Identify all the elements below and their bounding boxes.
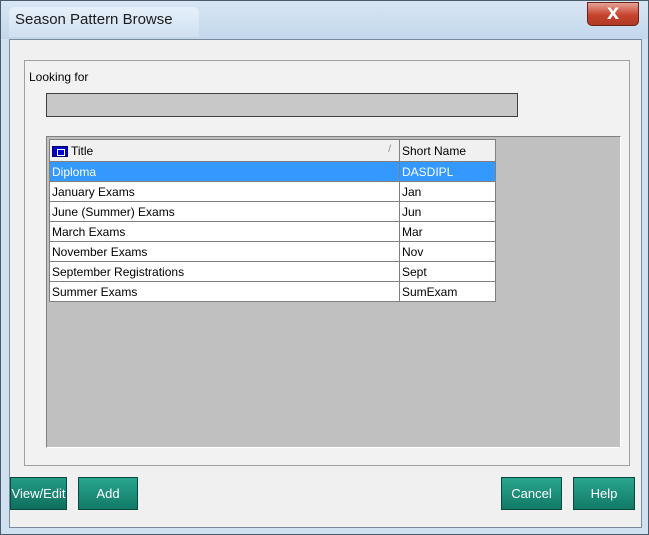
- cell-short-name[interactable]: Nov: [399, 241, 496, 262]
- season-pattern-browse-window: Season Pattern Browse X Looking for Titl…: [0, 0, 649, 535]
- add-button[interactable]: Add: [78, 477, 138, 510]
- cell-title[interactable]: June (Summer) Exams: [49, 201, 400, 222]
- column-chooser-icon[interactable]: [52, 145, 68, 157]
- table-row[interactable]: January Exams Jan: [49, 181, 496, 202]
- table-row[interactable]: Summer Exams SumExam: [49, 281, 496, 302]
- column-header-title[interactable]: Title /: [49, 139, 400, 162]
- table-row[interactable]: September Registrations Sept: [49, 261, 496, 282]
- cell-title[interactable]: Summer Exams: [49, 281, 400, 302]
- cell-short-name[interactable]: Jan: [399, 181, 496, 202]
- table-row[interactable]: March Exams Mar: [49, 221, 496, 242]
- sort-indicator-icon: /: [388, 143, 391, 155]
- help-button[interactable]: Help: [573, 477, 635, 510]
- column-header-title-label: Title: [71, 143, 94, 158]
- cell-title[interactable]: September Registrations: [49, 261, 400, 282]
- table-row[interactable]: June (Summer) Exams Jun: [49, 201, 496, 222]
- window-title: Season Pattern Browse: [15, 11, 173, 28]
- cell-title[interactable]: November Exams: [49, 241, 400, 262]
- cell-title[interactable]: Diploma: [49, 161, 400, 182]
- cell-title[interactable]: March Exams: [49, 221, 400, 242]
- cell-short-name[interactable]: Mar: [399, 221, 496, 242]
- title-bar[interactable]: Season Pattern Browse X: [1, 1, 648, 39]
- close-button[interactable]: X: [587, 2, 639, 26]
- cell-short-name[interactable]: Sept: [399, 261, 496, 282]
- view-edit-button[interactable]: View/Edit: [10, 477, 67, 510]
- table-row[interactable]: Diploma DASDIPL: [49, 161, 496, 182]
- looking-for-label: Looking for: [29, 70, 89, 84]
- cell-short-name[interactable]: Jun: [399, 201, 496, 222]
- dialog-client-area: Looking for Title / Short Name Diploma D…: [9, 39, 642, 528]
- cell-short-name[interactable]: SumExam: [399, 281, 496, 302]
- table-header-row: Title / Short Name: [49, 139, 496, 162]
- close-icon: X: [606, 4, 620, 23]
- cell-short-name[interactable]: DASDIPL: [399, 161, 496, 182]
- cancel-button[interactable]: Cancel: [501, 477, 562, 510]
- table-row[interactable]: November Exams Nov: [49, 241, 496, 262]
- cell-title[interactable]: January Exams: [49, 181, 400, 202]
- column-header-short-name-label: Short Name: [402, 143, 467, 158]
- column-header-short-name[interactable]: Short Name: [399, 139, 496, 162]
- season-pattern-table: Title / Short Name Diploma DASDIPL Januar…: [49, 139, 496, 302]
- grid-area: Title / Short Name Diploma DASDIPL Januar…: [46, 136, 621, 448]
- looking-for-input[interactable]: [46, 93, 518, 117]
